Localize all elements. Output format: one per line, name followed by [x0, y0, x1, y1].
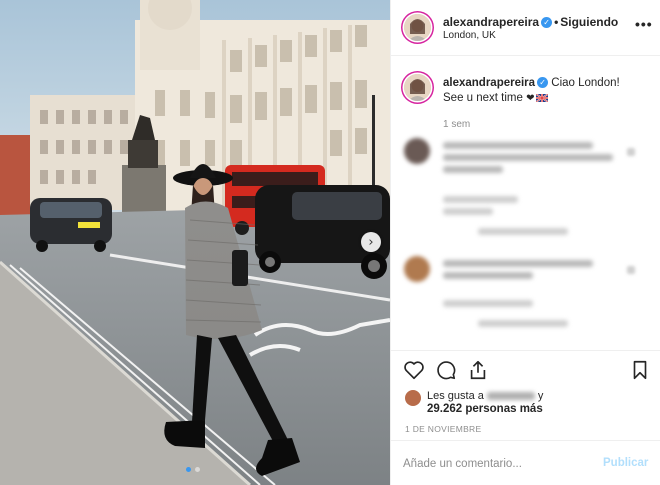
likes-connector: y: [537, 390, 544, 402]
post-actions: Les gusta a y 29.262 personas más 1 DE NO…: [391, 350, 660, 485]
blurred-text: [443, 142, 593, 149]
blurred-text: [443, 196, 518, 203]
share-icon[interactable]: [467, 359, 489, 381]
carousel-indicator: [186, 467, 200, 472]
blurred-avatar: [404, 138, 430, 164]
blurred-avatar: [404, 256, 430, 282]
comment-input[interactable]: [403, 454, 593, 474]
heart-icon[interactable]: [403, 359, 425, 381]
post-side-panel: alexandrapereira ✓ • Siguiendo London, UK •…: [390, 0, 660, 485]
bookmark-icon[interactable]: [629, 359, 651, 381]
heart-emoji: ❤: [526, 93, 535, 104]
carousel-next-button[interactable]: ›: [361, 232, 381, 252]
verified-badge-icon: ✓: [537, 77, 549, 89]
publish-button[interactable]: Publicar: [603, 457, 648, 469]
profile-photo: [404, 14, 431, 41]
blurred-text: [443, 166, 503, 173]
blurred-text: [478, 228, 568, 235]
caption-avatar[interactable]: [404, 74, 431, 101]
street-scene-image: [0, 0, 390, 485]
uk-flag-icon: [535, 94, 548, 102]
likes-prefix: Les gusta a: [427, 390, 484, 402]
ellipsis-icon[interactable]: •••: [635, 16, 653, 32]
comment-like-icon: [627, 266, 635, 274]
carousel-dot-active: [186, 467, 191, 472]
blurred-text: [443, 260, 593, 267]
caption-line-2: See u next time: [443, 92, 523, 104]
chevron-right-icon: ›: [368, 234, 374, 250]
caption-text: alexandrapereira ✓ Ciao London! See u nex…: [443, 76, 648, 106]
following-button[interactable]: Siguiendo: [560, 15, 618, 29]
blurred-text: [443, 208, 493, 215]
caption-username[interactable]: alexandrapereira: [443, 77, 535, 89]
username-link[interactable]: alexandrapereira: [443, 15, 539, 29]
liker-avatar: [405, 390, 421, 406]
verified-badge-icon: ✓: [541, 17, 553, 29]
avatar[interactable]: [404, 14, 431, 41]
blurred-text: [443, 272, 533, 279]
carousel-dot: [195, 467, 200, 472]
blurred-text: [478, 320, 568, 327]
comment-like-icon: [627, 148, 635, 156]
comment-icon[interactable]: [435, 359, 457, 381]
likes-count[interactable]: 29.262 personas más: [427, 403, 543, 415]
follow-separator: •: [554, 15, 559, 29]
add-comment-bar: Publicar: [391, 440, 660, 485]
blurred-liker-name: [486, 392, 535, 401]
header-user-line: alexandrapereira ✓ • Siguiendo: [443, 15, 618, 29]
caption-timestamp: 1 sem: [443, 119, 471, 130]
blurred-text: [443, 154, 613, 161]
post-header: alexandrapereira ✓ • Siguiendo London, UK •…: [391, 0, 660, 56]
likes-line: Les gusta a y: [427, 390, 543, 402]
caption-line-1: Ciao London!: [551, 77, 620, 89]
profile-photo: [404, 74, 431, 101]
blurred-text: [443, 300, 533, 307]
post-date: 1 DE NOVIEMBRE: [405, 424, 482, 434]
post-photo[interactable]: ›: [0, 0, 390, 485]
location-link[interactable]: London, UK: [443, 30, 496, 41]
